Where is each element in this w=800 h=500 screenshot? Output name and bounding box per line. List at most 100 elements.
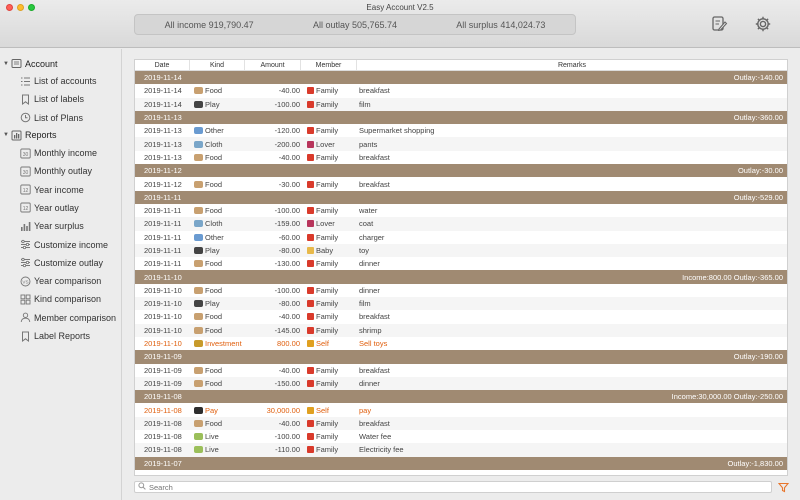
sidebar-item-label: List of accounts	[34, 76, 97, 87]
clock-icon	[20, 112, 31, 123]
table-row[interactable]: 2019-11-10 Food -100.00 Family dinner	[135, 284, 787, 297]
bookmark-icon	[20, 331, 31, 342]
date-group-header[interactable]: 2019-11-09 Outlay:-190.00	[135, 350, 787, 364]
sidebar-item-label: Member comparison	[34, 312, 117, 323]
table-row[interactable]: 2019-11-14 Food -40.00 Family breakfast	[135, 84, 787, 97]
table-row[interactable]: 2019-11-10 Food -145.00 Family shrimp	[135, 323, 787, 337]
table-row[interactable]: 2019-11-10 Investment 800.00 Self Sell toys	[135, 337, 787, 350]
table-row[interactable]: 2019-11-11 Food -130.00 Family dinner	[135, 257, 787, 270]
member-label: Family	[316, 232, 339, 242]
sidebar-item-customize-income[interactable]: Customize income	[0, 235, 121, 253]
sidebar-item-list-of-plans[interactable]: List of Plans	[0, 109, 121, 127]
sidebar-item-list-of-labels[interactable]: List of labels	[0, 90, 121, 108]
table-row[interactable]: 2019-11-09 Food -40.00 Family breakfast	[135, 364, 787, 377]
date-group-header[interactable]: 2019-11-10 Income:800.00 Outlay:-365.00	[135, 270, 787, 284]
table-row[interactable]: 2019-11-11 Other -60.00 Family charger	[135, 231, 787, 244]
cell-kind: Food	[190, 379, 245, 388]
date-group-header[interactable]: 2019-11-12 Outlay:-30.00	[135, 164, 787, 178]
sidebar-item-kind-comparison[interactable]: Kind comparison	[0, 290, 121, 308]
cell-date: 2019-11-11	[144, 259, 182, 269]
table-row[interactable]: 2019-11-09 Food -150.00 Family dinner	[135, 376, 787, 391]
table-row[interactable]: 2019-11-10 Food -40.00 Family breakfast	[135, 310, 787, 323]
member-label: Family	[316, 432, 339, 442]
date-group-header[interactable]: 2019-11-11 Outlay:-529.00	[135, 190, 787, 204]
table-row[interactable]: 2019-11-12 Food -30.00 Family breakfast	[135, 177, 787, 190]
pay-icon	[194, 406, 203, 414]
sidebar-item-year-comparison[interactable]: VS Year comparison	[0, 272, 121, 290]
kind-label: Investment	[205, 339, 242, 349]
money-bag-icon	[194, 340, 203, 348]
cell-kind: Play	[190, 100, 245, 109]
cell-date: 2019-11-08	[144, 418, 182, 428]
disclosure-triangle-icon[interactable]: ▼	[3, 61, 11, 67]
other-icon	[194, 127, 203, 135]
member-label: Family	[316, 285, 339, 295]
group-total: Outlay:-1,830.00	[727, 458, 783, 468]
vs-icon: VS	[20, 276, 31, 287]
sidebar-item-year-income[interactable]: 12 Year income	[0, 180, 121, 198]
cell-member: Family	[301, 180, 357, 189]
table-row[interactable]: 2019-11-08 Food -40.00 Family breakfast	[135, 416, 787, 431]
group-date: 2019-11-11	[144, 192, 182, 202]
sidebar-item-label: List of labels	[34, 94, 85, 105]
date-group-header[interactable]: 2019-11-08 Income:30,000.00 Outlay:-250.0…	[135, 390, 787, 404]
table-row[interactable]: 2019-11-08 Live -100.00 Family Water fee	[135, 430, 787, 443]
table-row[interactable]: 2019-11-13 Food -40.00 Family breakfast	[135, 151, 787, 164]
search-bar[interactable]	[134, 481, 772, 493]
kind-label: Food	[205, 418, 223, 428]
sidebar-item-list-of-accounts[interactable]: List of accounts	[0, 72, 121, 90]
cell-member: Family	[301, 259, 357, 268]
table-row[interactable]: 2019-11-14 Play -100.00 Family film	[135, 97, 787, 111]
date-group-header[interactable]: 2019-11-13 Outlay:-360.00	[135, 110, 787, 125]
table-row[interactable]: 2019-11-08 Pay 30,000.00 Self pay	[135, 403, 787, 416]
disclosure-triangle-icon[interactable]: ▼	[3, 132, 11, 138]
cell-member: Family	[301, 126, 357, 135]
sidebar-item-member-comparison[interactable]: Member comparison	[0, 309, 121, 327]
table-row[interactable]: 2019-11-11 Food -100.00 Family water	[135, 204, 787, 217]
kind-label: Food	[205, 86, 223, 96]
cell-amount: -40.00	[278, 312, 300, 322]
search-input[interactable]	[149, 482, 749, 492]
header-date[interactable]: Date	[135, 60, 190, 70]
date-group-header[interactable]: 2019-11-07 Outlay:-1,830.00	[135, 456, 787, 470]
header-kind[interactable]: Kind	[190, 60, 245, 70]
header-amount[interactable]: Amount	[245, 60, 301, 70]
sidebar-item-monthly-outlay[interactable]: 30 Monthly outlay	[0, 162, 121, 180]
gamepad-icon	[194, 300, 203, 308]
cell-kind: Food	[190, 286, 245, 295]
kind-label: Food	[205, 312, 223, 322]
sidebar-group-label: Reports	[25, 130, 57, 141]
sidebar-item-label-reports[interactable]: Label Reports	[0, 327, 121, 345]
cell-kind: Live	[190, 445, 245, 454]
sidebar-item-label: Year surplus	[34, 221, 84, 232]
gear-icon[interactable]	[753, 14, 773, 34]
cell-kind: Live	[190, 432, 245, 441]
sidebar-item-monthly-income[interactable]: 30 Monthly income	[0, 144, 121, 162]
cell-date: 2019-11-13	[144, 139, 182, 149]
table-row[interactable]: 2019-11-13 Other -120.00 Family Supermarket …	[135, 124, 787, 137]
table-body: 2019-11-14 Outlay:-140.00 2019-11-14 Food -4…	[135, 71, 787, 470]
table-row[interactable]: 2019-11-11 Play -80.00 Baby toy	[135, 243, 787, 258]
table-row[interactable]: 2019-11-10 Play -80.00 Family film	[135, 297, 787, 311]
kind-label: Other	[205, 126, 224, 136]
filter-icon[interactable]	[777, 481, 789, 493]
header-remarks[interactable]: Remarks	[357, 60, 787, 70]
table-row[interactable]: 2019-11-13 Cloth -200.00 Lover pants	[135, 137, 787, 151]
cell-remarks: Supermarket shopping	[359, 126, 435, 136]
sidebar-item-label: Label Reports	[34, 331, 91, 341]
edit-icon[interactable]	[709, 14, 729, 34]
sidebar-group-account[interactable]: ▼ Account	[0, 55, 121, 72]
header-member[interactable]: Member	[301, 60, 357, 70]
cell-member: Family	[301, 445, 357, 454]
date-group-header[interactable]: 2019-11-14 Outlay:-140.00	[135, 71, 787, 85]
sidebar-item-customize-outlay[interactable]: Customize outlay	[0, 254, 121, 272]
table-row[interactable]: 2019-11-11 Cloth -159.00 Lover coat	[135, 217, 787, 231]
summary-surplus: All surplus 414,024.73	[456, 19, 546, 30]
cell-remarks: breakfast	[359, 179, 390, 189]
title-bar: Easy Account V2.5 All income 919,790.47 …	[0, 0, 800, 48]
calendar-30-icon: 30	[20, 166, 31, 177]
sidebar-group-reports[interactable]: ▼ Reports	[0, 127, 121, 144]
sidebar-item-year-outlay[interactable]: 12 Year outlay	[0, 199, 121, 217]
table-row[interactable]: 2019-11-08 Live -110.00 Family Electricity f…	[135, 443, 787, 457]
sidebar-item-year-surplus[interactable]: Year surplus	[0, 217, 121, 235]
